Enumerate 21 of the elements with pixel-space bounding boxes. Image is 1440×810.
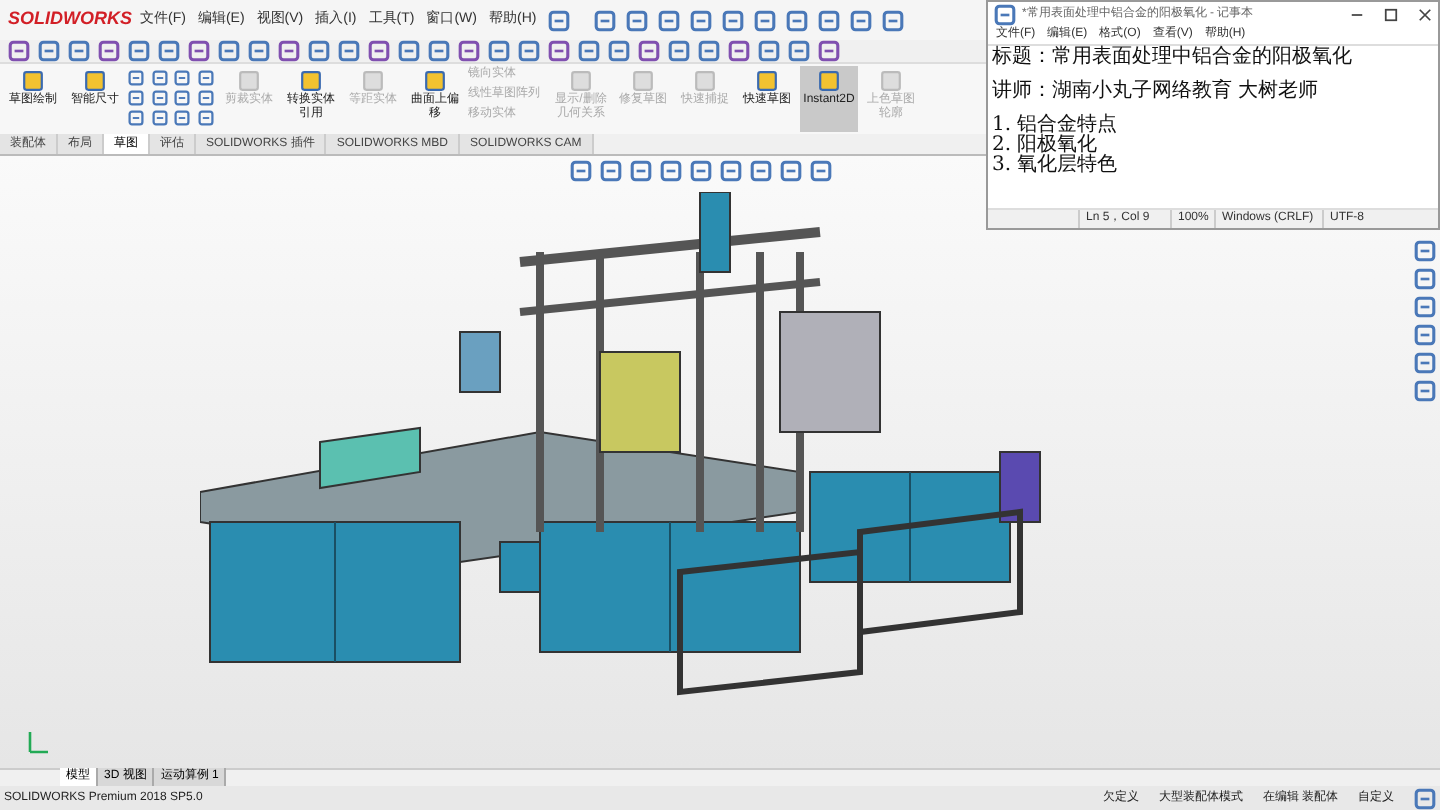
tool-icon: [818, 70, 840, 92]
text-line: 标题：常用表面处理中铝合金的阳极氧化: [992, 48, 1354, 68]
text-line: 2. 阳极氧化: [992, 136, 1098, 156]
maximize-icon[interactable]: [1384, 7, 1398, 21]
tool-icon: [238, 70, 260, 92]
tool-icon: [22, 70, 44, 92]
close-icon[interactable]: [1418, 7, 1432, 21]
axis-triad-icon: [24, 728, 52, 756]
tool-icon: [362, 70, 384, 92]
tool-icon: [632, 70, 654, 92]
text-line: 讲师：湖南小丸子网络教育 大树老师: [992, 82, 1321, 102]
tool-icon: [880, 70, 902, 92]
tool-icon: [84, 70, 106, 92]
app-logo: SOLIDWORKS: [8, 6, 128, 33]
tool-icon: [424, 70, 446, 92]
text-line: 1. 铝合金特点: [992, 116, 1120, 136]
text-line: 3. 氧化层特色: [992, 156, 1120, 176]
tool-icon: [756, 70, 778, 92]
tool-icon: [694, 70, 716, 92]
tool-icon: [570, 70, 592, 92]
tool-icon: [300, 70, 322, 92]
